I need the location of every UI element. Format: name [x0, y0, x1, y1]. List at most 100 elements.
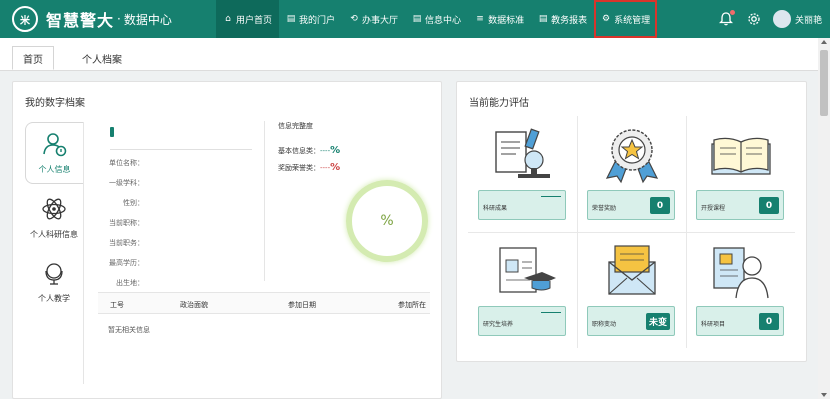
ability-badge: 未变	[645, 313, 670, 330]
ability-label: 科研成果	[483, 205, 508, 212]
main-nav: ⌂ 用户首页 ▤ 我的门户 ⟲ 办事大厅 ▤ 信息中心 ≡ 数据标准 ▤ 教务报…	[216, 0, 658, 38]
vtab-divider	[83, 122, 84, 384]
page-tabs: 首页 个人档案	[0, 38, 818, 71]
info-divider	[264, 121, 265, 281]
scroll-up-icon[interactable]	[821, 40, 827, 44]
user-info-icon	[26, 131, 83, 164]
tab-home[interactable]: 首页	[12, 46, 54, 70]
scroll-thumb[interactable]	[820, 50, 828, 116]
ability-label: 科研项目	[701, 321, 726, 328]
field-birthplace: 出生地：	[116, 279, 144, 287]
vtab-teaching[interactable]: 个人教学	[25, 260, 83, 310]
avatar[interactable]	[772, 10, 791, 28]
ability-value-line	[541, 312, 561, 313]
ability-label: 职称变动	[592, 321, 617, 328]
th-join-date: 参加日期	[288, 301, 316, 309]
ability-box[interactable]: 开授课程 0	[696, 190, 784, 220]
nav-label: 信息中心	[425, 15, 462, 26]
nav-label: 教务报表	[551, 15, 588, 26]
book-icon	[706, 124, 776, 184]
top-right-tools: 关丽艳	[717, 0, 830, 38]
integrity-title: 信息完整度	[278, 122, 313, 130]
integrity-award: 奖励荣誉类：----%	[278, 162, 340, 173]
nav-label: 用户首页	[236, 15, 273, 26]
nav-service-hall[interactable]: ⟲ 办事大厅	[342, 0, 405, 38]
brand[interactable]: 米 智慧警大 · 数据中心	[12, 6, 172, 32]
ability-box[interactable]: 科研项目 0	[696, 306, 784, 336]
integrity-basic: 基本信息类：----%	[278, 145, 340, 156]
top-nav-bar: 米 智慧警大 · 数据中心 ⌂ 用户首页 ▤ 我的门户 ⟲ 办事大厅 ▤ 信息中…	[0, 0, 830, 38]
portal-icon: ▤	[286, 14, 296, 24]
ability-box[interactable]: 科研成果	[478, 190, 566, 220]
th-join-place: 参加所在	[398, 301, 426, 309]
brand-logo: 米	[12, 6, 38, 32]
nav-system-admin[interactable]: ⚙ 系统管理	[594, 0, 658, 38]
integrity-ring: %	[346, 180, 428, 262]
ability-grid: 科研成果 荣誉奖励 0 开授课程 0 研究生培养 职称变动 未变 科研项目 0	[468, 116, 795, 348]
th-id: 工号	[110, 301, 124, 309]
table-empty-message: 暂无相关信息	[108, 326, 150, 334]
ability-cell-title-change[interactable]: 职称变动 未变	[577, 232, 686, 348]
panel-title: 我的数字档案	[25, 98, 85, 109]
brand-separator: ·	[117, 12, 121, 26]
vtab-label: 个人科研信息	[30, 230, 78, 239]
panel-title: 当前能力评估	[469, 98, 529, 109]
ability-box[interactable]: 荣誉奖励 0	[587, 190, 675, 220]
username[interactable]: 关丽艳	[795, 13, 822, 26]
vtab-personal-info[interactable]: 个人信息	[25, 122, 83, 184]
ability-badge: 0	[759, 313, 779, 330]
person-icon	[706, 240, 776, 300]
integrity-basic-dash: ----	[320, 147, 331, 155]
integrity-award-pct: %	[330, 162, 341, 173]
envelope-icon	[597, 240, 667, 300]
th-political: 政治面貌	[180, 301, 208, 309]
ability-cell-honors[interactable]: 荣誉奖励 0	[577, 116, 686, 232]
personal-fields: 单位名称： 一级学科： 性别： 当前职称： 当前职务： 最高学历： 出生地：	[96, 158, 144, 298]
ability-label: 荣誉奖励	[592, 205, 617, 212]
vtab-label: 个人信息	[38, 165, 71, 174]
integrity-ring-text: %	[380, 213, 394, 229]
report-icon: ▤	[538, 14, 548, 24]
ability-box[interactable]: 研究生培养	[478, 306, 566, 336]
settings-icon: ⚙	[602, 14, 611, 24]
party-table-header: 工号 政治面貌 参加日期 参加所在	[98, 292, 430, 314]
nav-label: 我的门户	[299, 15, 336, 26]
brand-name: 智慧警大	[46, 11, 115, 30]
nav-label: 数据标准	[488, 15, 525, 26]
ability-label: 开授课程	[701, 205, 726, 212]
nav-user-home[interactable]: ⌂ 用户首页	[216, 0, 280, 38]
gear-icon[interactable]	[745, 10, 763, 28]
atom-icon	[25, 196, 83, 229]
scrollbar[interactable]	[818, 38, 830, 399]
ability-value-line	[541, 196, 561, 197]
integrity-award-dash: ----	[320, 164, 331, 172]
ability-cell-research-projects[interactable]: 科研项目 0	[686, 232, 795, 348]
ability-box[interactable]: 职称变动 未变	[587, 306, 675, 336]
name-marker	[110, 127, 114, 137]
name-underline	[110, 149, 252, 150]
nav-academic-report[interactable]: ▤ 教务报表	[531, 0, 594, 38]
medal-icon	[597, 124, 667, 184]
ability-cell-research-results[interactable]: 科研成果	[468, 116, 577, 232]
field-gender: 性别：	[123, 199, 144, 207]
ability-cell-courses[interactable]: 开授课程 0	[686, 116, 795, 232]
tab-profile[interactable]: 个人档案	[72, 46, 132, 70]
integrity-basic-pct: %	[330, 145, 341, 156]
field-discipline: 一级学科：	[109, 179, 144, 187]
globe-icon	[25, 260, 83, 293]
scroll-down-icon[interactable]	[821, 393, 827, 397]
field-education: 最高学历：	[109, 259, 144, 267]
field-unit: 单位名称：	[109, 159, 144, 167]
home-icon: ⌂	[225, 14, 231, 24]
graduation-icon	[488, 240, 558, 300]
field-position: 当前职务：	[109, 239, 144, 247]
nav-info-center[interactable]: ▤ 信息中心	[405, 0, 468, 38]
brand-subtitle: 数据中心	[123, 12, 172, 27]
nav-data-standard[interactable]: ≡ 数据标准	[468, 0, 531, 38]
ability-cell-graduate-training[interactable]: 研究生培养	[468, 232, 577, 348]
vtab-research-info[interactable]: 个人科研信息	[25, 196, 83, 246]
notification-dot	[729, 10, 735, 15]
nav-my-portal[interactable]: ▤ 我的门户	[279, 0, 342, 38]
info-icon: ▤	[412, 14, 422, 24]
bell-icon[interactable]	[717, 10, 735, 28]
